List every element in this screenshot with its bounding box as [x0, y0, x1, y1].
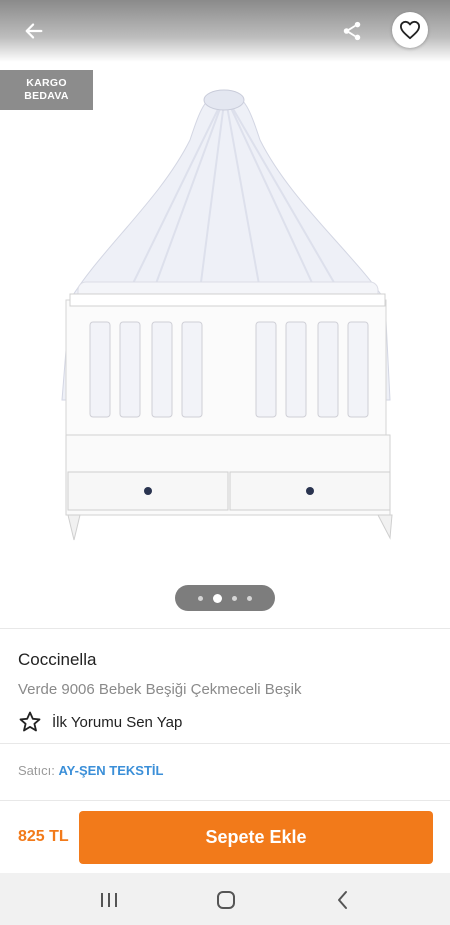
- recent-apps-button[interactable]: [89, 887, 129, 913]
- favorite-button[interactable]: [392, 12, 428, 48]
- system-back-button[interactable]: [323, 887, 363, 913]
- product-brand[interactable]: Coccinella: [18, 650, 96, 670]
- share-icon: [343, 21, 361, 41]
- share-button[interactable]: [332, 12, 372, 50]
- seller-label: Satıcı:: [18, 763, 59, 778]
- product-image[interactable]: [0, 62, 450, 627]
- badge-line-1: KARGO: [26, 77, 67, 89]
- divider: [0, 800, 450, 801]
- product-name: Verde 9006 Bebek Beşiği Çekmeceli Beşik: [18, 681, 302, 698]
- free-shipping-badge: KARGO BEDAVA: [0, 70, 93, 110]
- divider: [0, 743, 450, 744]
- star-outline-icon: [19, 711, 41, 732]
- system-navigation-bar: [0, 873, 450, 925]
- back-button[interactable]: [14, 12, 54, 50]
- heart-outline-icon: [399, 20, 420, 40]
- home-button[interactable]: [206, 887, 246, 913]
- recent-apps-icon: [101, 893, 117, 907]
- crib-image: [61, 89, 393, 541]
- seller-name-link[interactable]: AY-ŞEN TEKSTİL: [58, 763, 163, 778]
- pagination-dot-active[interactable]: [213, 593, 222, 603]
- product-price: 825 TL: [18, 828, 69, 845]
- home-icon: [217, 891, 235, 909]
- top-bar: [0, 0, 450, 62]
- seller-row: Satıcı: AY-ŞEN TEKSTİL: [18, 763, 163, 778]
- review-label: İlk Yorumu Sen Yap: [52, 713, 183, 731]
- write-review-link[interactable]: İlk Yorumu Sen Yap: [18, 709, 182, 735]
- pagination-dot[interactable]: [198, 595, 203, 601]
- image-pagination[interactable]: [175, 585, 275, 611]
- arrow-left-icon: [25, 23, 43, 39]
- badge-line-2: BEDAVA: [24, 90, 69, 102]
- back-chevron-icon: [338, 891, 347, 909]
- pagination-dot[interactable]: [232, 595, 237, 601]
- divider: [0, 628, 450, 629]
- pagination-dot[interactable]: [247, 595, 252, 601]
- add-to-cart-button[interactable]: Sepete Ekle: [79, 811, 433, 864]
